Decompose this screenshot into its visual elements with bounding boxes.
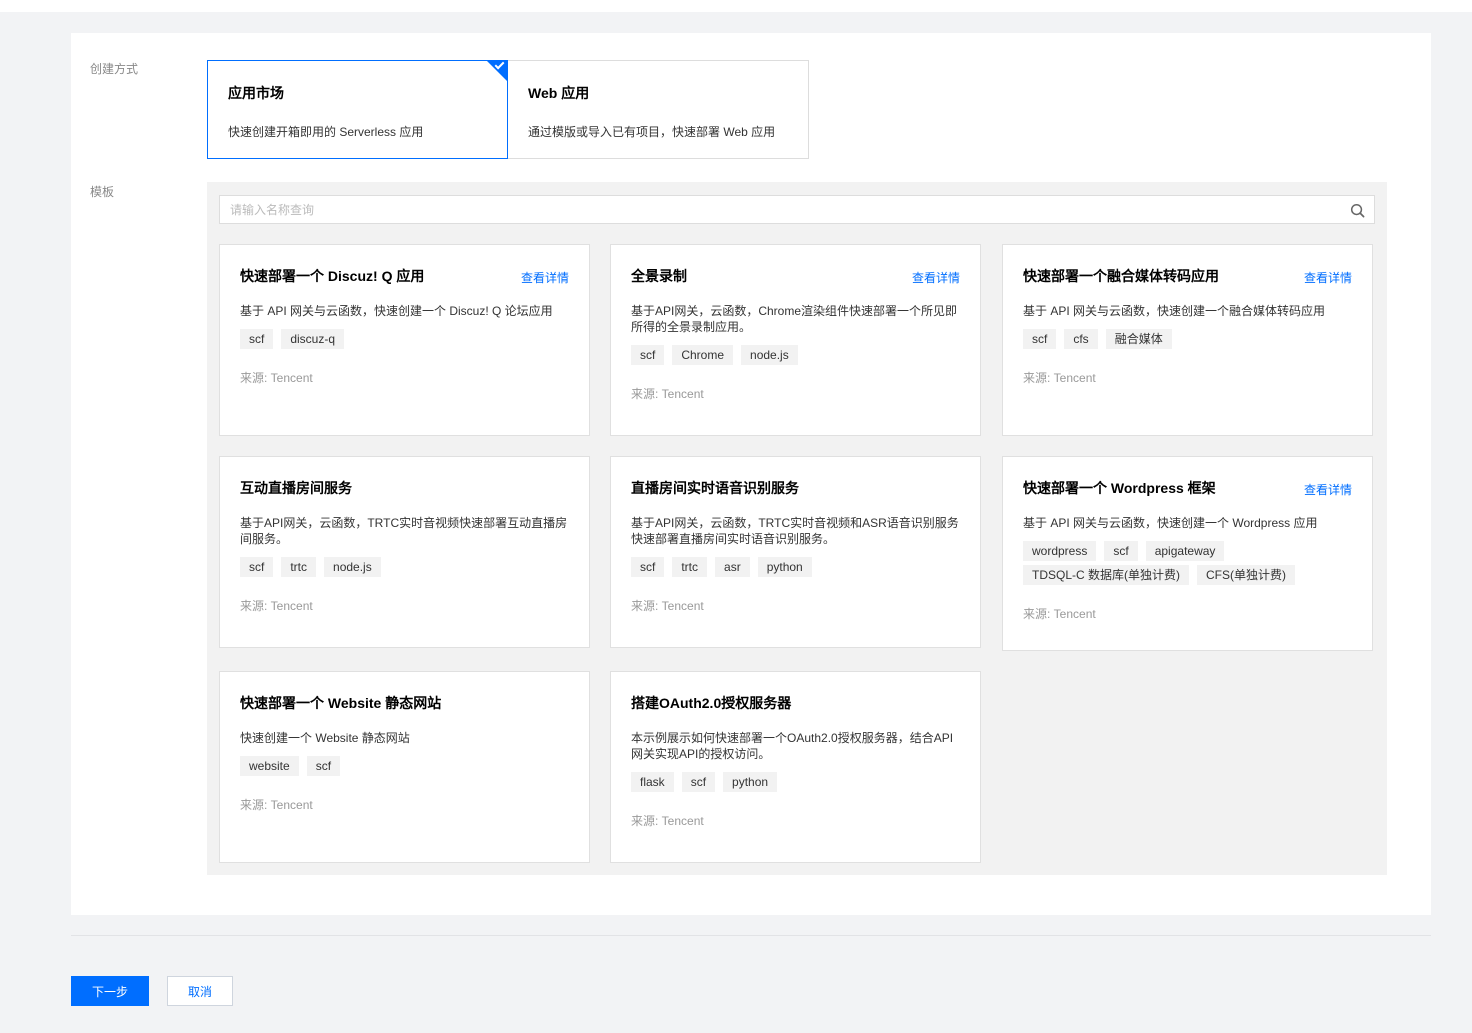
tag: python <box>757 557 812 577</box>
view-details-link[interactable]: 查看详情 <box>1304 481 1352 498</box>
tag: 融合媒体 <box>1105 329 1172 349</box>
tag: scf <box>631 557 665 577</box>
tag-list: scf cfs 融合媒体 <box>1023 329 1352 349</box>
template-desc: 基于API网关，云函数，TRTC实时音视频快速部署互动直播房间服务。 <box>240 516 568 546</box>
tag: scf <box>240 557 274 577</box>
template-source: 来源: Tencent <box>240 798 313 812</box>
tag: discuz-q <box>281 329 345 349</box>
tag: node.js <box>741 345 798 365</box>
tag: wordpress <box>1023 541 1097 561</box>
template-source: 来源: Tencent <box>631 387 704 401</box>
method-card-app-market[interactable]: 应用市场 快速创建开箱即用的 Serverless 应用 <box>207 59 508 159</box>
tag: asr <box>715 557 750 577</box>
template-title: 快速部署一个 Wordpress 框架 <box>1023 480 1216 496</box>
search-input[interactable] <box>220 196 1330 223</box>
template-card-wordpress[interactable]: 快速部署一个 Wordpress 框架 查看详情 基于 API 网关与云函数，快… <box>1002 456 1373 651</box>
top-bar <box>0 0 1472 12</box>
tag: scf <box>1023 329 1057 349</box>
template-source: 来源: Tencent <box>631 814 704 828</box>
cancel-button[interactable]: 取消 <box>167 976 233 1006</box>
tag: apigateway <box>1145 541 1225 561</box>
tag-list: scf Chrome node.js <box>631 345 960 365</box>
method-desc: 通过模版或导入已有项目，快速部署 Web 应用 <box>528 125 776 139</box>
tag-list: wordpress scf apigateway TDSQL-C 数据库(单独计… <box>1023 541 1352 585</box>
template-title: 全景录制 <box>631 268 687 284</box>
template-desc: 本示例展示如何快速部署一个OAuth2.0授权服务器，结合API网关实现API的… <box>631 731 954 761</box>
template-title: 搭建OAuth2.0授权服务器 <box>631 695 792 711</box>
tag: trtc <box>281 557 317 577</box>
template-title: 互动直播房间服务 <box>240 480 352 496</box>
tag: Chrome <box>672 345 734 365</box>
template-desc: 基于 API 网关与云函数，快速创建一个 Wordpress 应用 <box>1023 516 1318 530</box>
template-source: 来源: Tencent <box>1023 371 1096 385</box>
search-icon[interactable] <box>1350 203 1365 218</box>
tag: website <box>240 756 299 776</box>
method-title: Web 应用 <box>528 85 590 101</box>
template-card-oauth[interactable]: 搭建OAuth2.0授权服务器 本示例展示如何快速部署一个OAuth2.0授权服… <box>610 671 981 863</box>
form-panel: 创建方式 应用市场 快速创建开箱即用的 Serverless 应用 Web 应用… <box>71 33 1431 915</box>
tag: flask <box>631 772 674 792</box>
template-desc: 基于API网关，云函数，TRTC实时音视频和ASR语音识别服务快速部署直播房间实… <box>631 516 959 546</box>
search-box <box>219 195 1375 224</box>
template-card-website[interactable]: 快速部署一个 Website 静态网站 快速创建一个 Website 静态网站 … <box>219 671 590 863</box>
template-card-speech-recognition[interactable]: 直播房间实时语音识别服务 基于API网关，云函数，TRTC实时音视频和ASR语音… <box>610 456 981 648</box>
tag: cfs <box>1064 329 1098 349</box>
template-area: 快速部署一个 Discuz! Q 应用 查看详情 基于 API 网关与云函数，快… <box>207 182 1387 875</box>
template-label: 模板 <box>90 185 115 199</box>
tag: TDSQL-C 数据库(单独计费) <box>1023 565 1189 585</box>
tag: scf <box>681 772 716 792</box>
template-source: 来源: Tencent <box>240 371 313 385</box>
template-title: 快速部署一个 Discuz! Q 应用 <box>240 268 425 284</box>
template-title: 直播房间实时语音识别服务 <box>631 480 799 496</box>
template-title: 快速部署一个 Website 静态网站 <box>240 695 442 711</box>
next-button[interactable]: 下一步 <box>71 976 149 1006</box>
template-source: 来源: Tencent <box>631 599 704 613</box>
tag: scf <box>1104 541 1138 561</box>
template-card-panorama[interactable]: 全景录制 查看详情 基于API网关，云函数，Chrome渲染组件快速部署一个所见… <box>610 244 981 436</box>
template-title: 快速部署一个融合媒体转码应用 <box>1023 268 1219 284</box>
tag: scf <box>306 756 341 776</box>
template-desc: 快速创建一个 Website 静态网站 <box>240 731 410 745</box>
tag: node.js <box>324 557 381 577</box>
method-card-web-app[interactable]: Web 应用 通过模版或导入已有项目，快速部署 Web 应用 <box>507 60 809 159</box>
creation-method-label: 创建方式 <box>90 62 139 76</box>
tag: scf <box>240 329 274 349</box>
method-desc: 快速创建开箱即用的 Serverless 应用 <box>228 125 424 139</box>
tag: python <box>723 772 778 792</box>
template-desc: 基于API网关，云函数，Chrome渲染组件快速部署一个所见即所得的全景录制应用… <box>631 304 958 334</box>
tag: CFS(单独计费) <box>1197 565 1295 585</box>
template-desc: 基于 API 网关与云函数，快速创建一个融合媒体转码应用 <box>1023 304 1326 318</box>
tag: scf <box>631 345 665 365</box>
template-card-media-transcode[interactable]: 快速部署一个融合媒体转码应用 查看详情 基于 API 网关与云函数，快速创建一个… <box>1002 244 1373 436</box>
view-details-link[interactable]: 查看详情 <box>1304 269 1352 286</box>
tag: trtc <box>672 557 708 577</box>
view-details-link[interactable]: 查看详情 <box>521 269 569 286</box>
view-details-link[interactable]: 查看详情 <box>912 269 960 286</box>
tag-list: website scf <box>240 756 569 776</box>
tag-list: scf discuz-q <box>240 329 569 349</box>
tag-list: flask scf python <box>631 772 960 792</box>
tag-list: scf trtc node.js <box>240 557 569 577</box>
template-source: 来源: Tencent <box>240 599 313 613</box>
template-card-discuz[interactable]: 快速部署一个 Discuz! Q 应用 查看详情 基于 API 网关与云函数，快… <box>219 244 590 436</box>
tag-list: scf trtc asr python <box>631 557 960 577</box>
method-title: 应用市场 <box>228 85 284 101</box>
template-source: 来源: Tencent <box>1023 607 1096 621</box>
template-card-live-room[interactable]: 互动直播房间服务 基于API网关，云函数，TRTC实时音视频快速部署互动直播房间… <box>219 456 590 648</box>
template-desc: 基于 API 网关与云函数，快速创建一个 Discuz! Q 论坛应用 <box>240 304 553 318</box>
footer-divider <box>71 935 1431 936</box>
